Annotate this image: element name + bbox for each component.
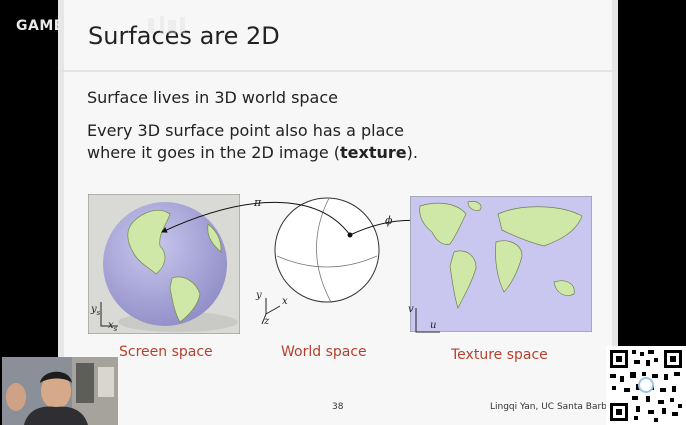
- axis-y-label: y: [256, 290, 262, 301]
- world-axes-icon: [261, 298, 281, 325]
- bullet-line-2b: where it goes in the 2D image (texture).: [87, 143, 418, 162]
- watermark-logo-icon: [148, 16, 185, 34]
- bullet-line-2a: Every 3D surface point also has a place: [87, 121, 405, 140]
- pi-label: π: [254, 196, 262, 209]
- caption-world-space: World space: [281, 344, 367, 360]
- axis-x-label: x: [282, 296, 288, 307]
- caption-texture-space: Texture space: [451, 347, 548, 363]
- bullet-line-1: Surface lives in 3D world space: [87, 88, 338, 107]
- slide-credit: Lingqi Yan, UC Santa Barbar: [490, 402, 617, 412]
- u-label: u: [430, 320, 437, 331]
- page-number: 38: [332, 402, 344, 412]
- title-divider: [58, 70, 618, 72]
- channel-watermark: GAME: [16, 18, 64, 34]
- axis-z-label: z: [264, 316, 270, 327]
- screen-axes-icon: [100, 302, 118, 327]
- qr-code: [606, 346, 686, 425]
- texture-word: texture: [340, 143, 407, 162]
- mapping-arrows: [161, 201, 439, 236]
- bullet-line-2: Every 3D surface point also has a place …: [87, 120, 418, 164]
- caption-screen-space: Screen space: [119, 344, 213, 360]
- slide: Surfaces are 2D Surface lives in 3D worl…: [58, 0, 618, 425]
- v-label: v: [408, 304, 414, 315]
- webcam-overlay: [2, 357, 118, 425]
- phi-label: ϕ: [385, 214, 393, 227]
